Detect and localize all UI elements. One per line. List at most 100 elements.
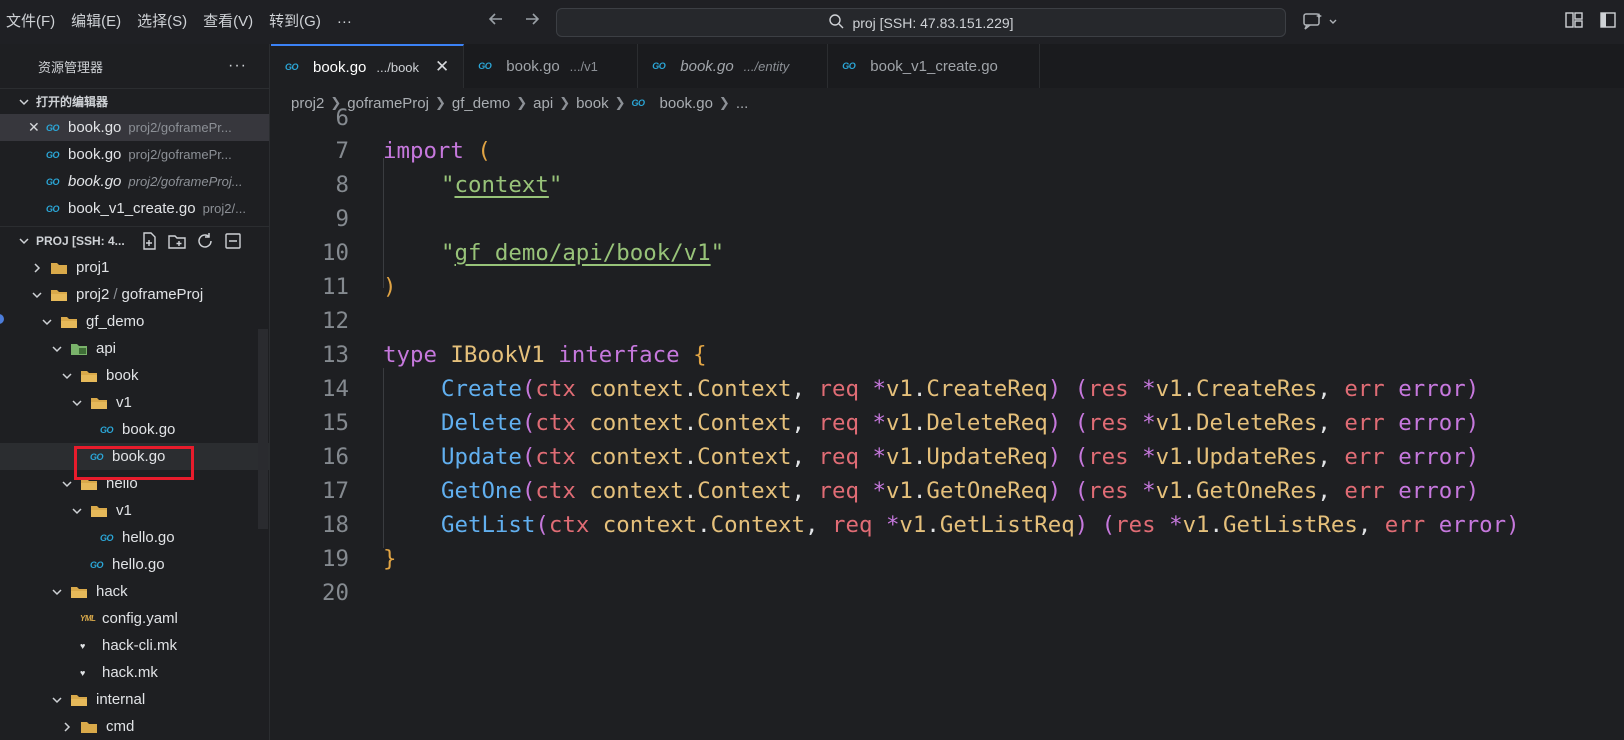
tree-label: hello.go: [112, 556, 165, 573]
chevron-down-icon: [60, 477, 74, 491]
open-editor-item[interactable]: GO book.go proj2/goframePr...: [0, 141, 269, 168]
folder-open-icon: [90, 396, 108, 410]
layout-customize-icon[interactable]: [1564, 10, 1584, 30]
tab-book-go-book[interactable]: GO book.go .../book ✕: [271, 44, 465, 88]
tab-name: book.go: [506, 57, 560, 75]
tree-folder-cmd[interactable]: cmd: [0, 713, 269, 740]
menu-file[interactable]: 文件(F): [0, 0, 63, 44]
copilot-menu[interactable]: [1302, 11, 1342, 33]
tree-label: hack: [96, 583, 128, 600]
menu-go[interactable]: 转到(G): [261, 0, 329, 44]
tree-file-hello-go[interactable]: GO hello.go: [0, 551, 269, 578]
new-folder-icon[interactable]: [167, 231, 187, 251]
explorer-title: 资源管理器: [38, 59, 104, 75]
editor-tabs: GO book.go .../book ✕ GO book.go .../v1 …: [271, 44, 1624, 88]
toggle-sidebar-icon[interactable]: [1598, 10, 1618, 30]
line-number: 11: [322, 274, 349, 300]
menu-more[interactable]: ···: [329, 0, 360, 44]
command-center[interactable]: proj [SSH: 47.83.151.229]: [556, 8, 1286, 37]
line-number: 18: [322, 512, 349, 538]
menu-bar: 文件(F) 编辑(E) 选择(S) 查看(V) 转到(G) ···: [0, 0, 360, 44]
go-file-icon: GO: [46, 149, 60, 160]
chevron-down-icon: [18, 235, 30, 247]
code-line: 15 Delete(ctx context.Context, req *v1.D…: [271, 406, 1624, 440]
menu-selection[interactable]: 选择(S): [129, 0, 195, 44]
forward-arrow-icon[interactable]: [520, 10, 544, 34]
tab-book-v1-create-go[interactable]: GO book_v1_create.go: [828, 44, 1041, 88]
tree-folder-proj2[interactable]: proj2 / goframeProj: [0, 281, 269, 308]
open-editor-desc: proj2/goframeProj...: [128, 174, 243, 189]
code-line: 8 "context": [271, 168, 1624, 202]
open-editor-item[interactable]: GO book_v1_create.go proj2/...: [0, 195, 269, 222]
new-file-icon[interactable]: [139, 231, 159, 251]
folder-icon: [50, 261, 68, 275]
folder-open-icon: [70, 693, 88, 707]
tree-label: config.yaml: [102, 610, 178, 627]
open-editor-desc: proj2/goframePr...: [128, 147, 232, 162]
tab-book-go-entity[interactable]: GO book.go .../entity: [638, 44, 829, 88]
menu-view[interactable]: 查看(V): [195, 0, 261, 44]
project-header[interactable]: PROJ [SSH: 4...: [0, 226, 269, 254]
explorer-more-button[interactable]: ···: [228, 57, 247, 75]
tab-book-go-v1[interactable]: GO book.go .../v1: [464, 44, 639, 88]
go-file-icon: GO: [652, 61, 666, 71]
open-editor-desc: proj2/...: [202, 201, 246, 216]
nav-arrows: [484, 10, 544, 34]
copilot-chat-icon: [1302, 12, 1324, 33]
collapse-all-icon[interactable]: [223, 231, 243, 251]
close-icon[interactable]: ✕: [28, 119, 40, 136]
back-arrow-icon[interactable]: [484, 10, 508, 34]
tree-label: v1: [116, 502, 132, 519]
tree-folder-hello-v1[interactable]: v1: [0, 497, 269, 524]
tree-file-hack-mk[interactable]: ♥ hack.mk: [0, 659, 269, 686]
tree-label: v1: [116, 394, 132, 411]
tree-file-hack-cli-mk[interactable]: ♥ hack-cli.mk: [0, 632, 269, 659]
line-number: 17: [322, 478, 349, 504]
open-editors-header[interactable]: 打开的编辑器: [0, 88, 269, 114]
code-line: 14 Create(ctx context.Context, req *v1.C…: [271, 372, 1624, 406]
code-line: 7 import (: [271, 134, 1624, 168]
line-number: 19: [322, 546, 349, 572]
code-text: type IBookV1 interface {: [383, 342, 707, 368]
tree-folder-hack[interactable]: hack: [0, 578, 269, 605]
code-line: 19 }: [271, 542, 1624, 576]
sidebar-scrollbar[interactable]: [258, 329, 268, 529]
line-number: 7: [335, 138, 349, 164]
close-icon[interactable]: ✕: [435, 57, 449, 77]
path-separator: /: [113, 286, 118, 303]
code-line: 11 ): [271, 270, 1624, 304]
code-text: }: [383, 546, 397, 572]
tree-folder-v1[interactable]: v1: [0, 389, 269, 416]
tree-folder-proj1[interactable]: proj1: [0, 254, 269, 281]
code-line: 10 "gf_demo/api/book/v1": [271, 236, 1624, 270]
tree-folder-internal[interactable]: internal: [0, 686, 269, 713]
folder-open-icon: [50, 288, 68, 302]
go-file-icon: GO: [478, 61, 492, 71]
code-line: 9: [271, 202, 1624, 236]
tree-file-hello-go-v1[interactable]: GO hello.go: [0, 524, 269, 551]
open-editor-item[interactable]: ✕ GO book.go proj2/goframePr...: [0, 114, 269, 141]
tree-label: book: [106, 367, 139, 384]
tab-name: book.go: [680, 57, 734, 75]
menu-edit[interactable]: 编辑(E): [63, 0, 129, 44]
title-bar: 文件(F) 编辑(E) 选择(S) 查看(V) 转到(G) ··· proj […: [0, 0, 1624, 44]
tree-folder-api[interactable]: api: [0, 335, 269, 362]
tree-label: cmd: [106, 718, 135, 735]
tree-file-config-yaml[interactable]: YML config.yaml: [0, 605, 269, 632]
open-editor-item[interactable]: GO book.go proj2/goframeProj...: [0, 168, 269, 195]
tree-folder-gf-demo[interactable]: gf_demo: [0, 308, 269, 335]
chevron-down-icon: [18, 96, 30, 108]
go-file-icon: GO: [100, 532, 114, 543]
chevron-down-icon: [30, 288, 44, 302]
chevron-right-icon: [30, 261, 44, 275]
tree-folder-book[interactable]: book: [0, 362, 269, 389]
line-number: 10: [322, 240, 349, 266]
code-text: Update(ctx context.Context, req *v1.Upda…: [441, 444, 1480, 470]
code-editor[interactable]: 6 7 import ( 8 "context" 9 10 "gf_demo/a…: [271, 105, 1624, 740]
code-line: 16 Update(ctx context.Context, req *v1.U…: [271, 440, 1624, 474]
refresh-icon[interactable]: [195, 231, 215, 251]
tree-file-book-go-v1[interactable]: GO book.go: [0, 416, 269, 443]
tree-label: gf_demo: [86, 313, 145, 330]
code-line: 13 type IBookV1 interface {: [271, 338, 1624, 372]
folder-open-icon: [60, 315, 78, 329]
